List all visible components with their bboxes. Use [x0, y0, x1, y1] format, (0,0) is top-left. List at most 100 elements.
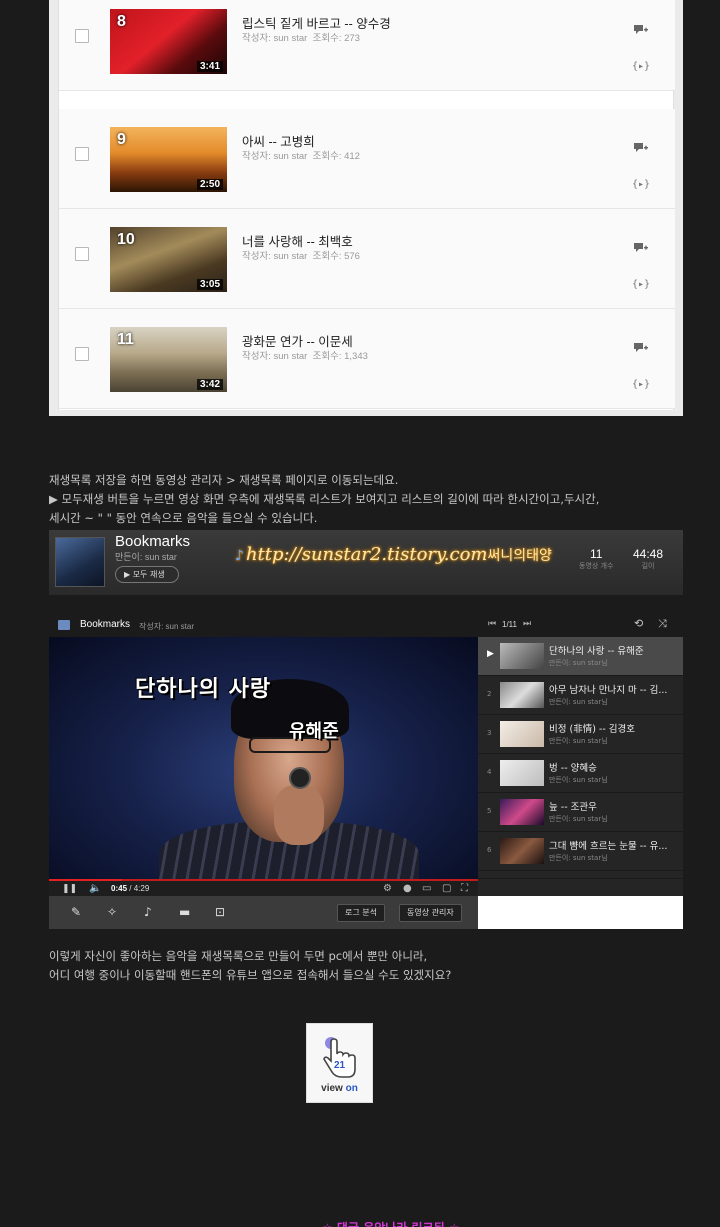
watermark: ♪ http://sunstar2.tistory.com써니의태양	[235, 544, 552, 565]
paragraph-line: 어디 여행 중이나 이동할때 핸드폰의 유튜브 앱으로 접속해서 들으실 수도 …	[49, 968, 452, 982]
paragraph-line: 재생목록 저장을 하면 동영상 관리자 > 재생목록 페이지로 이동되는데요.	[49, 473, 399, 487]
fullscreen-icon[interactable]: ⛶	[461, 883, 468, 894]
playlist-logo-icon	[58, 620, 70, 630]
log-analysis-button[interactable]: 로그 분석	[337, 904, 385, 922]
author-name: sun star	[273, 251, 308, 262]
video-number: 9	[117, 131, 126, 148]
video-number: 11	[117, 331, 134, 348]
queue-author: 만든이: sun star님	[549, 815, 608, 823]
queue-thumbnail	[500, 799, 544, 825]
small-player-icon[interactable]: ▭	[422, 883, 431, 894]
queue-item-partial[interactable]	[478, 871, 683, 879]
queue-index: 4	[487, 768, 492, 776]
singer-hand	[274, 785, 324, 845]
player-playlist-title[interactable]: Bookmarks	[80, 619, 130, 630]
bottom-link[interactable]: ☆ 댓글 음악나라 링크된 ☆	[322, 1219, 460, 1227]
music-note-icon: ♪	[235, 548, 244, 564]
video-frame[interactable]: 단하나의 사랑 유해준	[49, 637, 478, 879]
queue-item[interactable]: ▶ 단하나의 사랑 -- 유해준 만든이: sun star님	[478, 637, 683, 676]
caption-icon[interactable]: ⊡	[215, 905, 225, 919]
progress-bar[interactable]	[49, 879, 122, 881]
playlist-title[interactable]: Bookmarks	[115, 533, 190, 550]
video-number: 8	[117, 13, 126, 30]
gear-icon[interactable]: ⚙	[383, 883, 392, 894]
large-player-icon[interactable]: ▢	[442, 883, 451, 894]
queue-index: 6	[487, 846, 492, 854]
video-count-stat: 11 동영상 개수	[579, 547, 613, 571]
video-thumbnail[interactable]: 9 2:50	[110, 127, 227, 192]
outro-paragraph: 이렇게 자신이 좋아하는 음악을 재생목록으로 만들어 두면 pc에서 뿐만 아…	[49, 947, 689, 985]
queue-author: 만든이: sun star님	[549, 698, 608, 706]
playlist-row-8[interactable]: 8 3:41 립스틱 짙게 바르고 -- 양수경 작성자: sun star 조…	[59, 0, 675, 91]
playlist-row-10[interactable]: 10 3:05 너를 사랑해 -- 최백호 작성자: sun star 조회수:…	[59, 209, 675, 309]
length-stat: 44:48 길이	[633, 547, 663, 571]
shuffle-icon[interactable]: ⤨	[658, 617, 667, 631]
queue-thumbnail	[500, 682, 544, 708]
embed-icon[interactable]: {▸}	[632, 379, 650, 390]
song-caption: 단하나의 사랑	[135, 677, 272, 702]
views-count: 273	[344, 33, 360, 44]
video-duration: 3:42	[196, 379, 223, 390]
queue-item[interactable]: 2 아무 남자나 만나지 마 -- 김... 만든이: sun star님	[478, 676, 683, 715]
queue-item[interactable]: 6 그대 뺨에 흐르는 눈물 -- 유... 만든이: sun star님	[478, 832, 683, 871]
embed-icon[interactable]: {▸}	[632, 61, 650, 72]
pause-icon[interactable]: ❚❚	[62, 884, 77, 894]
queue-item[interactable]: 5 늪 -- 조관우 만든이: sun star님	[478, 793, 683, 832]
video-thumbnail[interactable]: 8 3:41	[110, 9, 227, 74]
checkbox-icon[interactable]	[75, 347, 89, 361]
add-comment-icon[interactable]	[634, 143, 648, 153]
previous-icon[interactable]: ⏮	[488, 619, 496, 629]
magic-icon[interactable]: ✧	[107, 905, 117, 919]
video-thumbnail[interactable]: 11 3:42	[110, 327, 227, 392]
queue-item[interactable]: 4 벙 -- 양혜승 만든이: sun star님	[478, 754, 683, 793]
next-icon[interactable]: ⏭	[523, 619, 531, 629]
annotations-icon[interactable]: ●	[403, 883, 412, 894]
playlist-row-9[interactable]: 9 2:50 아씨 -- 고병희 작성자: sun star 조회수: 412 …	[59, 109, 675, 209]
video-meta: 작성자: sun star 조회수: 1,343	[242, 348, 368, 362]
views-label: 조회수:	[312, 151, 342, 162]
queue-thumbnail	[500, 643, 544, 669]
queue-thumbnail	[500, 760, 544, 786]
view-on-label: view on	[307, 1083, 372, 1094]
add-comment-icon[interactable]: ▬	[179, 905, 190, 919]
playlist-row-11[interactable]: 11 3:42 광화문 연가 -- 이문세 작성자: sun star 조회수:…	[59, 309, 675, 409]
views-count: 412	[344, 151, 360, 162]
playlist-thumbnail[interactable]	[55, 537, 105, 587]
author-label: 작성자:	[242, 33, 271, 44]
artist-caption: 유해준	[289, 721, 339, 742]
queue-index: 3	[487, 729, 492, 737]
video-meta: 작성자: sun star 조회수: 273	[242, 30, 360, 44]
views-count: 1,343	[344, 351, 368, 362]
add-comment-icon[interactable]	[634, 243, 648, 253]
playlist-queue: ⏮ 1/11 ⏭ ⟲ ⤨ ▶ 단하나의 사랑 -- 유해준 만든이: sun s…	[478, 613, 683, 896]
video-thumbnail[interactable]: 10 3:05	[110, 227, 227, 292]
checkbox-icon[interactable]	[75, 247, 89, 261]
queue-thumbnail	[500, 721, 544, 747]
embed-icon[interactable]: {▸}	[632, 179, 650, 190]
add-comment-icon[interactable]	[634, 343, 648, 353]
views-label: 조회수:	[312, 33, 342, 44]
video-duration: 3:05	[196, 279, 223, 290]
total-length: 44:48	[633, 547, 664, 561]
time-display: 0:45 / 4:29	[111, 884, 149, 893]
video-player-screenshot: Bookmarks 작성자: sun star 단하나의 사랑 유해준 ❚❚ 🔈…	[49, 613, 683, 929]
queue-author: 만든이: sun star님	[549, 776, 608, 784]
checkbox-icon[interactable]	[75, 29, 89, 43]
queue-item[interactable]: 3 비정 (非情) -- 김경호 만든이: sun star님	[478, 715, 683, 754]
author-name: sun star	[273, 33, 308, 44]
volume-icon[interactable]: 🔈	[89, 883, 101, 894]
time-current: 0:45	[111, 884, 128, 893]
author-label: 작성자:	[242, 351, 271, 362]
video-meta: 작성자: sun star 조회수: 576	[242, 248, 360, 262]
add-comment-icon[interactable]	[634, 25, 648, 35]
repeat-icon[interactable]: ⟲	[634, 617, 643, 630]
queue-title: 그대 뺨에 흐르는 눈물 -- 유...	[549, 841, 668, 852]
pencil-icon[interactable]: ✎	[71, 905, 81, 919]
video-manager-button[interactable]: 동영상 관리자	[399, 904, 462, 922]
play-all-button[interactable]: ▶ 모두 재생	[115, 566, 179, 583]
music-icon[interactable]: ♪	[144, 905, 152, 919]
embed-icon[interactable]: {▸}	[632, 279, 650, 290]
checkbox-icon[interactable]	[75, 147, 89, 161]
total-length-label: 길이	[641, 562, 655, 570]
view-on-badge[interactable]: 21 view on	[306, 1023, 373, 1103]
